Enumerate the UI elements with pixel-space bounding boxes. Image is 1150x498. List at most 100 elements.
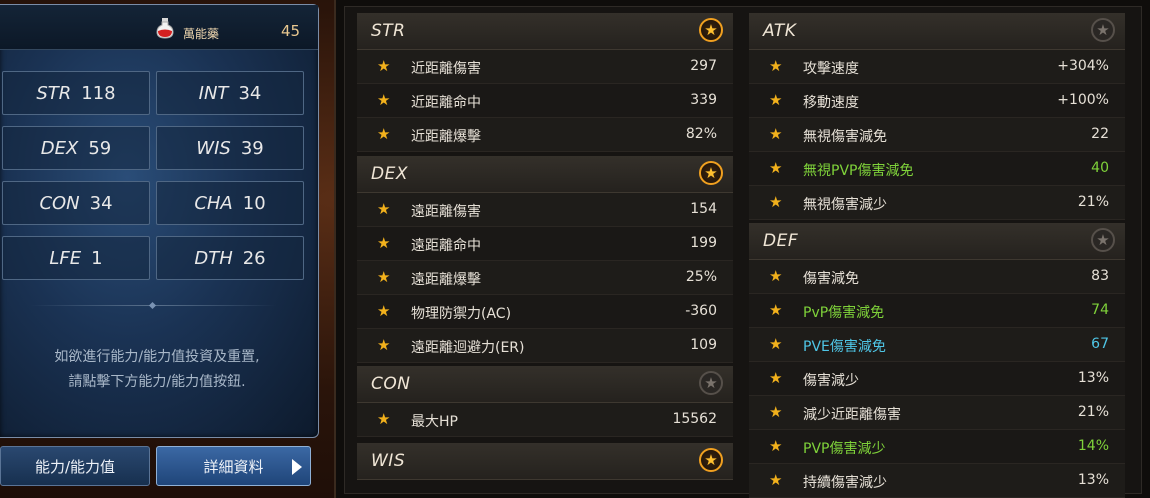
- stat-row: ★ PvP傷害減免 74: [749, 294, 1125, 328]
- detail-panel: STR ★ ★ 近距離傷害 297 ★ 近距離命中 339 ★ 近距離爆擊 82% DEX …: [334, 0, 1150, 498]
- row-value: 297: [690, 58, 717, 74]
- row-value: 15562: [672, 411, 717, 427]
- stat-row: ★ PVE傷害減免 67: [749, 328, 1125, 362]
- row-value: 22: [1091, 126, 1109, 142]
- star-icon[interactable]: ★: [1091, 228, 1115, 252]
- star-icon: ★: [377, 302, 391, 320]
- stat-value: 59: [88, 137, 112, 159]
- stat-lfe: LFE 1: [2, 236, 150, 280]
- star-icon: ★: [769, 267, 783, 285]
- item-bar: 萬能藥 45: [0, 5, 318, 50]
- stat-value: 26: [242, 247, 266, 269]
- section-header: DEX ★: [357, 156, 733, 193]
- row-label: 近距離傷害: [411, 61, 481, 77]
- row-value: 21%: [1077, 194, 1109, 210]
- stat-row: ★ 無視PVP傷害減免 40: [749, 152, 1125, 186]
- details-button-label: 詳細資料: [203, 457, 264, 476]
- stat-row: ★ 無視傷害減免 22: [749, 118, 1125, 152]
- stat-con: CON 34: [2, 181, 150, 225]
- section-header: WIS ★: [357, 443, 733, 480]
- stat-row: ★ 遠距離命中 199: [357, 227, 733, 261]
- stat-label: STR: [36, 82, 72, 104]
- row-value: 109: [690, 337, 717, 353]
- stat-row: ★ 遠距離迴避力(ER) 109: [357, 329, 733, 363]
- star-icon: ★: [769, 57, 783, 75]
- row-label: PVP傷害減少: [803, 441, 886, 457]
- star-icon: ★: [769, 471, 783, 489]
- stat-row: ★ 近距離傷害 297: [357, 50, 733, 84]
- stat-value: 34: [89, 192, 113, 214]
- item-name: 萬能藥: [183, 27, 220, 41]
- star-icon[interactable]: ★: [1091, 18, 1115, 42]
- info-line: 請點擊下方能力/能力值按鈕.: [68, 374, 246, 390]
- star-icon[interactable]: ★: [699, 161, 723, 185]
- star-icon: ★: [377, 268, 391, 286]
- stat-row: ★ 遠距離傷害 154: [357, 193, 733, 227]
- row-value: 74: [1091, 302, 1109, 318]
- row-label: 減少近距離傷害: [803, 407, 901, 423]
- stat-row: ★ 遠距離爆擊 25%: [357, 261, 733, 295]
- star-icon[interactable]: ★: [699, 448, 723, 472]
- stat-row: ★ 傷害減免 83: [749, 260, 1125, 294]
- stat-value: 34: [238, 82, 262, 104]
- star-icon: ★: [769, 91, 783, 109]
- section-title: ATK: [763, 21, 797, 41]
- stat-row: ★ 近距離命中 339: [357, 84, 733, 118]
- row-label: 近距離爆擊: [411, 129, 481, 145]
- ability-button-label: 能力/能力值: [34, 457, 116, 476]
- row-label: 攻擊速度: [803, 61, 859, 77]
- stat-value: 118: [81, 82, 116, 104]
- stat-row: ★ PVP傷害減少 14%: [749, 430, 1125, 464]
- stat-dth: DTH 26: [156, 236, 304, 280]
- stat-label: DEX: [40, 137, 79, 159]
- row-value: 82%: [685, 126, 717, 142]
- row-label: 無視傷害減免: [803, 129, 887, 145]
- item-count: 45: [281, 22, 301, 40]
- section-header: STR ★: [357, 13, 733, 50]
- stat-label: CHA: [194, 192, 233, 214]
- details-button[interactable]: 詳細資料: [156, 446, 311, 486]
- star-icon: ★: [377, 91, 391, 109]
- star-icon: ★: [377, 336, 391, 354]
- row-value: 154: [690, 201, 717, 217]
- star-icon[interactable]: ★: [699, 18, 723, 42]
- row-value: 83: [1091, 268, 1109, 284]
- row-label: PVE傷害減免: [803, 339, 886, 355]
- play-arrow-icon: [292, 459, 302, 475]
- stat-label: INT: [198, 82, 229, 104]
- row-value: 13%: [1077, 370, 1109, 386]
- stat-value: 39: [240, 137, 264, 159]
- stat-row: ★ 物理防禦力(AC) -360: [357, 295, 733, 329]
- row-value: +100%: [1057, 92, 1109, 108]
- section-title: DEF: [763, 231, 799, 251]
- section-atk: ATK ★ ★ 攻擊速度 +304% ★ 移動速度 +100% ★ 無視傷害減免 22 ★ 無…: [749, 13, 1125, 220]
- star-icon: ★: [769, 159, 783, 177]
- row-label: 遠距離命中: [411, 238, 481, 254]
- section-dex: DEX ★ ★ 遠距離傷害 154 ★ 遠距離命中 199 ★ 遠距離爆擊 25% ★ 物理防…: [357, 156, 733, 363]
- star-icon: ★: [377, 200, 391, 218]
- section-header: DEF ★: [749, 223, 1125, 260]
- section-title: DEX: [371, 164, 408, 184]
- row-label: 傷害減免: [803, 271, 859, 287]
- section-title: STR: [371, 21, 406, 41]
- ability-button[interactable]: 能力/能力值: [0, 446, 150, 486]
- row-value: 67: [1091, 336, 1109, 352]
- row-label: PvP傷害減免: [803, 305, 885, 321]
- stat-row: ★ 最大HP 15562: [357, 403, 733, 437]
- row-value: 339: [690, 92, 717, 108]
- stat-row: ★ 攻擊速度 +304%: [749, 50, 1125, 84]
- star-icon: ★: [377, 57, 391, 75]
- star-icon: ★: [769, 403, 783, 421]
- star-icon: ★: [769, 125, 783, 143]
- section-str: STR ★ ★ 近距離傷害 297 ★ 近距離命中 339 ★ 近距離爆擊 82%: [357, 13, 733, 152]
- info-text: 如欲進行能力/能力值投資及重置, 請點擊下方能力/能力值按鈕.: [10, 345, 304, 395]
- stat-row: ★ 持續傷害減少 13%: [749, 464, 1125, 498]
- stat-row: ★ 移動速度 +100%: [749, 84, 1125, 118]
- star-icon[interactable]: ★: [699, 371, 723, 395]
- section-con: CON ★ ★ 最大HP 15562: [357, 366, 733, 437]
- row-value: 199: [690, 235, 717, 251]
- stat-label: WIS: [196, 137, 231, 159]
- detail-frame[interactable]: STR ★ ★ 近距離傷害 297 ★ 近距離命中 339 ★ 近距離爆擊 82% DEX …: [344, 6, 1142, 498]
- row-value: 13%: [1077, 472, 1109, 488]
- row-label: 無視PVP傷害減免: [803, 163, 914, 179]
